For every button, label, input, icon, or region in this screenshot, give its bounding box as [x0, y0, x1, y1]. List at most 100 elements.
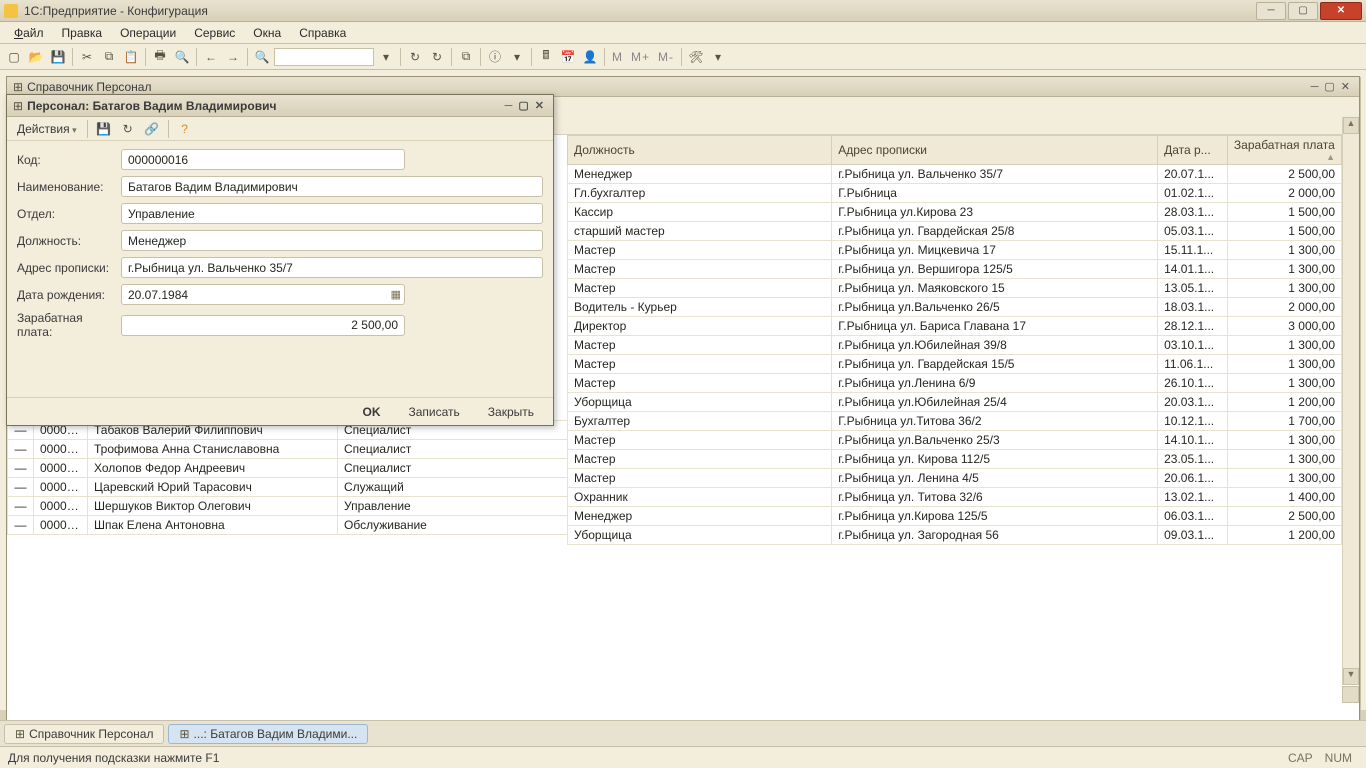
refresh-icon[interactable]: ↻ [405, 47, 425, 67]
save-icon[interactable]: 💾 [48, 47, 68, 67]
code-field[interactable]: 000000016 [121, 149, 405, 170]
table-row[interactable]: Охранникг.Рыбница ул. Титова 32/613.02.1… [568, 488, 1342, 507]
pos-field[interactable]: Менеджер [121, 230, 543, 251]
table-row[interactable]: ДиректорГ.Рыбница ул. Бариса Главана 172… [568, 317, 1342, 336]
table-row[interactable]: Мастерг.Рыбница ул. Кирова 112/523.05.1.… [568, 450, 1342, 469]
copy-icon[interactable]: ⧉ [99, 47, 119, 67]
table-row[interactable]: Менеджерг.Рыбница ул.Кирова 125/506.03.1… [568, 507, 1342, 526]
tools-drop-icon[interactable]: ▾ [708, 47, 728, 67]
search-input[interactable] [274, 48, 374, 66]
table-row[interactable]: Уборщицаг.Рыбница ул.Юбилейная 25/420.03… [568, 393, 1342, 412]
col-salary[interactable]: Зарабатная плата [1227, 136, 1341, 165]
table-row[interactable]: —00000...Шершуков Виктор ОлеговичУправле… [8, 497, 568, 516]
scroll-up-icon[interactable]: ▲ [1343, 117, 1359, 134]
user-icon[interactable]: 👤 [580, 47, 600, 67]
table-row[interactable]: КассирГ.Рыбница ул.Кирова 2328.03.1...1 … [568, 203, 1342, 222]
write-button[interactable]: Записать [398, 402, 471, 422]
dlg-save-icon[interactable]: 💾 [94, 119, 114, 139]
table-row[interactable]: Менеджерг.Рыбница ул. Вальченко 35/720.0… [568, 165, 1342, 184]
menu-windows[interactable]: Окна [245, 24, 289, 42]
list-close-icon[interactable]: ✕ [1338, 80, 1353, 93]
personnel-grid[interactable]: Должность Адрес прописки Дата р... Зараб… [567, 135, 1342, 545]
dob-field[interactable]: 20.07.1984 ▦ [121, 284, 405, 305]
table-row[interactable]: Мастерг.Рыбница ул.Ленина 6/926.10.1...1… [568, 374, 1342, 393]
dropdown-icon[interactable]: ▾ [376, 47, 396, 67]
cut-icon[interactable]: ✂ [77, 47, 97, 67]
dlg-link-icon[interactable]: 🔗 [142, 119, 162, 139]
col-address[interactable]: Адрес прописки [832, 136, 1158, 165]
calendar-picker-icon[interactable]: ▦ [391, 288, 401, 301]
table-row[interactable]: —00000...Трофимова Анна СтаниславовнаСпе… [8, 440, 568, 459]
table-row[interactable]: Мастерг.Рыбница ул.Вальченко 25/314.10.1… [568, 431, 1342, 450]
memory-m[interactable]: M [609, 50, 626, 64]
back-icon[interactable]: ← [201, 47, 221, 67]
col-position[interactable]: Должность [568, 136, 832, 165]
dlg-help-icon[interactable]: ? [175, 119, 195, 139]
dialog-maximize-icon[interactable]: ▢ [515, 99, 531, 112]
zoom-icon[interactable]: 🔍 [252, 47, 272, 67]
scroll-down-icon[interactable]: ▼ [1343, 668, 1359, 685]
menu-operations[interactable]: Операции [112, 24, 184, 42]
calc-icon[interactable]: 🖩 [536, 47, 556, 67]
code-label: Код: [17, 153, 121, 167]
table-row[interactable]: —00000...Холопов Федор АндреевичСпециали… [8, 459, 568, 478]
table-row[interactable]: Гл.бухгалтерГ.Рыбница01.02.1...2 000,00 [568, 184, 1342, 203]
actions-menu[interactable]: Действия [13, 120, 81, 138]
main-toolbar: ▢ 📂 💾 ✂ ⧉ 📋 🖶 🔍 ← → 🔍 ▾ ↻ ↻ ⧉ ⓘ ▾ 🖩 📅 👤 … [0, 44, 1366, 70]
table-row[interactable]: Мастерг.Рыбница ул. Маяковского 1513.05.… [568, 279, 1342, 298]
window-maximize-button[interactable]: ▢ [1288, 2, 1318, 20]
dialog-titlebar[interactable]: ⊞ Персонал: Батагов Вадим Владимирович ─… [7, 95, 553, 117]
table-row[interactable]: БухгалтерГ.Рыбница ул.Титова 36/210.12.1… [568, 412, 1342, 431]
menu-help[interactable]: Справка [291, 24, 354, 42]
find-next-icon[interactable]: ↻ [427, 47, 447, 67]
table-row[interactable]: Мастерг.Рыбница ул. Вершигора 125/514.01… [568, 260, 1342, 279]
info-icon[interactable]: ⓘ [485, 47, 505, 67]
menu-service[interactable]: Сервис [186, 24, 243, 42]
ok-button[interactable]: OK [352, 402, 392, 422]
dialog-minimize-icon[interactable]: ─ [502, 100, 516, 112]
new-icon[interactable]: ▢ [4, 47, 24, 67]
info-drop-icon[interactable]: ▾ [507, 47, 527, 67]
addr-label: Адрес прописки: [17, 261, 121, 275]
window-minimize-button[interactable]: ─ [1256, 2, 1286, 20]
dept-field[interactable]: Управление [121, 203, 543, 224]
addr-field[interactable]: г.Рыбница ул. Вальченко 35/7 [121, 257, 543, 278]
list-minimize-icon[interactable]: ─ [1308, 81, 1322, 93]
menu-edit[interactable]: Правка [54, 24, 111, 42]
table-row[interactable]: старший мастерг.Рыбница ул. Гвардейская … [568, 222, 1342, 241]
tab-grip-icon: ⊞ [179, 727, 189, 741]
window-close-button[interactable]: ✕ [1320, 2, 1362, 20]
table-row[interactable]: Мастерг.Рыбница ул. Гвардейская 15/511.0… [568, 355, 1342, 374]
list-grip-icon: ⊞ [13, 80, 23, 94]
tools-icon[interactable]: 🛠 [686, 47, 706, 67]
table-row[interactable]: —00000...Шпак Елена АнтоновнаОбслуживани… [8, 516, 568, 535]
preview-icon[interactable]: 🔍 [172, 47, 192, 67]
dialog-close-icon[interactable]: ✕ [532, 99, 547, 112]
windows-icon[interactable]: ⧉ [456, 47, 476, 67]
forward-icon[interactable]: → [223, 47, 243, 67]
col-birthdate[interactable]: Дата р... [1158, 136, 1228, 165]
table-row[interactable]: Уборщицаг.Рыбница ул. Загородная 5609.03… [568, 526, 1342, 545]
close-button[interactable]: Закрыть [477, 402, 545, 422]
calendar-icon[interactable]: 📅 [558, 47, 578, 67]
table-row[interactable]: Мастерг.Рыбница ул.Юбилейная 39/803.10.1… [568, 336, 1342, 355]
sal-field[interactable]: 2 500,00 [121, 315, 405, 336]
task-tab-dialog[interactable]: ⊞ ...: Батагов Вадим Владими... [168, 724, 368, 744]
name-field[interactable]: Батагов Вадим Владимирович [121, 176, 543, 197]
list-maximize-icon[interactable]: ▢ [1321, 80, 1337, 93]
paste-icon[interactable]: 📋 [121, 47, 141, 67]
table-row[interactable]: Мастерг.Рыбница ул. Ленина 4/520.06.1...… [568, 469, 1342, 488]
memory-mplus[interactable]: M+ [628, 50, 653, 64]
open-icon[interactable]: 📂 [26, 47, 46, 67]
table-row[interactable]: —00000...Царевский Юрий ТарасовичСлужащи… [8, 478, 568, 497]
task-tab-list[interactable]: ⊞ Справочник Персонал [4, 724, 164, 744]
vertical-scrollbar[interactable]: ▲ ▼ [1342, 117, 1359, 685]
table-row[interactable]: Водитель - Курьерг.Рыбница ул.Вальченко … [568, 298, 1342, 317]
print-icon[interactable]: 🖶 [150, 47, 170, 67]
memory-mminus[interactable]: M- [655, 50, 677, 64]
name-label: Наименование: [17, 180, 121, 194]
table-row[interactable]: Мастерг.Рыбница ул. Мицкевича 1715.11.1.… [568, 241, 1342, 260]
dlg-refresh-icon[interactable]: ↻ [118, 119, 138, 139]
menu-file[interactable]: Файл [6, 24, 52, 42]
personnel-grid-left[interactable]: —00000...Табаков Валерий ФилипповичСпеци… [7, 420, 568, 535]
